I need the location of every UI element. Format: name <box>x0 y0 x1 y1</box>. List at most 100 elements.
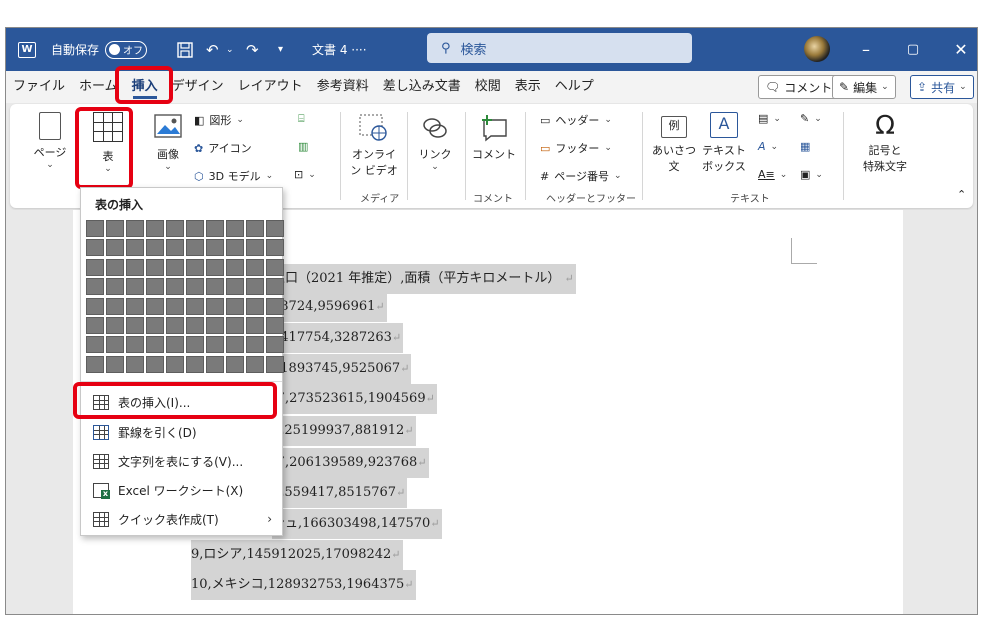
autosave-control[interactable]: 自動保存 オフ <box>51 28 148 71</box>
table-size-cell[interactable] <box>206 258 224 276</box>
textbox-button[interactable]: A テキスト ボックス <box>700 112 748 174</box>
table-size-cell[interactable] <box>246 316 264 334</box>
table-size-cell[interactable] <box>266 336 284 354</box>
table-size-cell[interactable] <box>166 355 184 373</box>
date-time-icon[interactable]: ▦ <box>800 140 810 153</box>
page-button[interactable]: ページ ⌄ <box>30 112 70 170</box>
table-size-cell[interactable] <box>266 297 284 315</box>
tab-help[interactable]: ヘルプ <box>548 71 601 103</box>
screenshot-icon[interactable]: ⊡ ⌄ <box>294 168 316 181</box>
document-line[interactable]: ア,206139589,923768↵ <box>272 448 429 478</box>
table-size-cell[interactable] <box>126 316 144 334</box>
table-size-cell[interactable] <box>226 297 244 315</box>
table-size-cell[interactable] <box>186 355 204 373</box>
table-size-cell[interactable] <box>246 278 264 296</box>
table-size-cell[interactable] <box>86 239 104 257</box>
new-comment-button[interactable]: コメント <box>472 114 516 162</box>
table-size-cell[interactable] <box>266 355 284 373</box>
table-size-cell[interactable] <box>106 316 124 334</box>
table-size-cell[interactable] <box>246 297 264 315</box>
table-size-cell[interactable] <box>146 258 164 276</box>
table-size-cell[interactable] <box>106 336 124 354</box>
table-size-cell[interactable] <box>166 336 184 354</box>
comments-button[interactable]: 🗨 コメント <box>758 75 840 99</box>
tab-review[interactable]: 校閲 <box>468 71 508 103</box>
table-size-cell[interactable] <box>166 258 184 276</box>
table-size-cell[interactable] <box>166 297 184 315</box>
page-number-button[interactable]: # ページ番号 ⌄ <box>540 168 622 184</box>
table-size-cell[interactable] <box>146 297 164 315</box>
table-size-cell[interactable] <box>106 239 124 257</box>
table-size-cell[interactable] <box>106 297 124 315</box>
table-size-cell[interactable] <box>186 220 204 237</box>
table-size-cell[interactable] <box>86 220 104 237</box>
table-size-cell[interactable] <box>186 336 204 354</box>
table-size-cell[interactable] <box>186 258 204 276</box>
table-size-cell[interactable] <box>206 278 224 296</box>
table-size-cell[interactable] <box>206 220 224 237</box>
autosave-toggle[interactable]: オフ <box>105 40 148 59</box>
table-size-cell[interactable] <box>106 258 124 276</box>
tab-layout[interactable]: レイアウト <box>231 71 310 103</box>
document-line[interactable]: ,2559417,8515767↵ <box>272 478 408 508</box>
tab-references[interactable]: 参考資料 <box>310 71 376 103</box>
draw-table-item[interactable]: 罫線を引く(D) <box>81 418 282 446</box>
table-size-cell[interactable] <box>226 258 244 276</box>
collapse-ribbon-icon[interactable]: ⌃ <box>957 188 966 201</box>
insert-table-item[interactable]: 表の挿入(I)... <box>81 388 282 416</box>
3d-models-button[interactable]: ⬡ 3D モデル ⌄ <box>194 168 273 184</box>
tab-mailings[interactable]: 差し込み文書 <box>376 71 468 103</box>
document-line[interactable]: 9,ロシア,145912025,17098242↵ <box>191 540 403 570</box>
table-size-cell[interactable] <box>246 220 264 237</box>
icons-button[interactable]: ✿ アイコン <box>194 140 252 156</box>
table-size-cell[interactable] <box>146 336 164 354</box>
table-size-cell[interactable] <box>86 258 104 276</box>
table-size-cell[interactable] <box>266 258 284 276</box>
maximize-button[interactable]: ▢ <box>890 28 936 71</box>
table-size-cell[interactable] <box>266 220 284 237</box>
table-size-cell[interactable] <box>206 316 224 334</box>
tab-insert[interactable]: 挿入 <box>125 71 165 103</box>
table-size-cell[interactable] <box>146 239 164 257</box>
undo-dropdown-icon[interactable]: ⌄ <box>226 28 234 71</box>
footer-button[interactable]: ▭ フッター ⌄ <box>540 140 612 156</box>
table-size-cell[interactable] <box>206 297 224 315</box>
table-size-cell[interactable] <box>226 316 244 334</box>
table-size-cell[interactable] <box>86 278 104 296</box>
customize-qat-icon[interactable]: ▾ <box>278 28 283 71</box>
table-size-cell[interactable] <box>206 239 224 257</box>
excel-worksheet-item[interactable]: Excel ワークシート(X) <box>81 476 282 504</box>
table-size-cell[interactable] <box>266 316 284 334</box>
table-size-cell[interactable] <box>226 336 244 354</box>
table-size-cell[interactable] <box>186 316 204 334</box>
symbols-button[interactable]: Ω 記号と 特殊文字 <box>852 110 918 174</box>
document-line[interactable]: 5417754,3287263↵ <box>272 323 404 353</box>
table-size-cell[interactable] <box>86 355 104 373</box>
shapes-button[interactable]: ◧ 図形 ⌄ <box>194 112 244 128</box>
table-size-cell[interactable] <box>146 220 164 237</box>
table-size-cell[interactable] <box>166 278 184 296</box>
table-size-cell[interactable] <box>246 336 264 354</box>
table-size-cell[interactable] <box>226 355 244 373</box>
search-box[interactable]: ⚲ 検索 <box>427 33 692 63</box>
smartart-icon[interactable]: ⌸ <box>298 112 305 126</box>
wordart-icon[interactable]: 𝘈 ⌄ <box>758 140 778 153</box>
tab-view[interactable]: 表示 <box>508 71 548 103</box>
online-video-button[interactable]: オンライ ン ビデオ <box>350 114 398 178</box>
table-size-cell[interactable] <box>166 239 184 257</box>
share-button[interactable]: ⇪ 共有 ⌄ <box>910 75 974 99</box>
table-size-cell[interactable] <box>166 220 184 237</box>
picture-button[interactable]: 画像 ⌄ <box>148 114 188 172</box>
document-line[interactable]: シュ,166303498,147570↵ <box>272 509 442 539</box>
table-size-cell[interactable] <box>186 297 204 315</box>
undo-icon[interactable]: ↶ <box>206 28 219 71</box>
greeting-button[interactable]: 例 あいさつ 文 <box>650 116 698 174</box>
header-button[interactable]: ▭ ヘッダー ⌄ <box>540 112 612 128</box>
table-size-cell[interactable] <box>146 316 164 334</box>
redo-icon[interactable]: ↷ <box>246 28 259 71</box>
table-button[interactable]: 表 ⌄ <box>88 112 128 174</box>
table-size-cell[interactable] <box>246 239 264 257</box>
link-button[interactable]: リンク ⌄ <box>415 114 455 172</box>
table-size-cell[interactable] <box>126 297 144 315</box>
table-size-cell[interactable] <box>266 239 284 257</box>
